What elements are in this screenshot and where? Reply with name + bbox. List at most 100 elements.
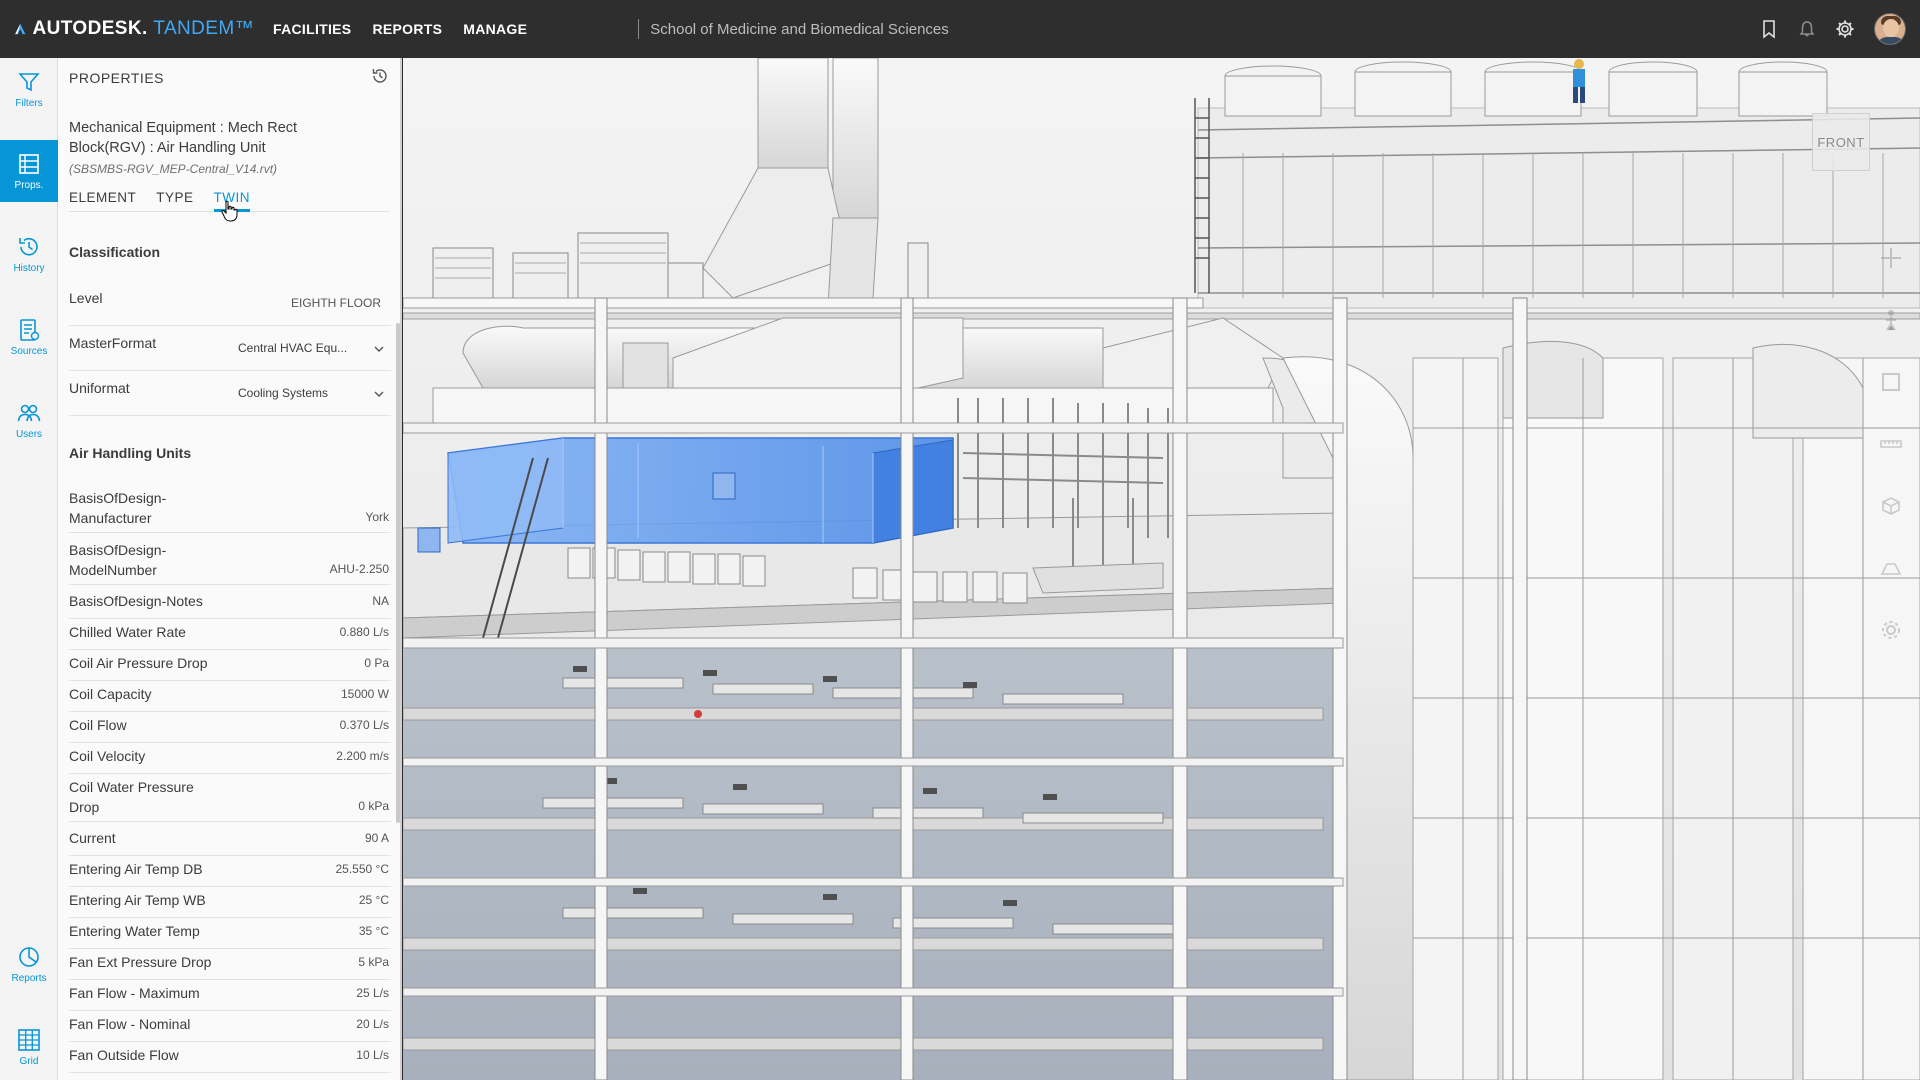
panel-title: PROPERTIES: [69, 70, 164, 86]
building-model-scene[interactable]: [403, 58, 1920, 1080]
classification-title: Classification: [69, 244, 161, 260]
person-icon: [1886, 310, 1896, 331]
user-avatar[interactable]: [1874, 13, 1906, 45]
section-tool[interactable]: [1874, 486, 1908, 526]
grid-icon: [18, 1029, 40, 1051]
property-value: 25.550 °C: [335, 862, 389, 876]
fit-tool[interactable]: [1874, 362, 1908, 402]
property-row: Coil Water Pressure Drop 0 kPa: [69, 777, 391, 822]
rail-history[interactable]: History: [0, 223, 58, 285]
measure-tool[interactable]: [1874, 424, 1908, 464]
property-row: Entering Air Temp DB 25.550 °C: [69, 859, 391, 887]
main-nav: FACILITIES REPORTS MANAGE: [273, 21, 548, 37]
app-logo[interactable]: AUTODESK. TANDEM™: [14, 18, 254, 40]
property-row-level: Level EIGHTH FLOOR: [69, 288, 391, 326]
walk-tool[interactable]: [1874, 300, 1908, 340]
property-value: 10 L/s: [356, 1048, 389, 1062]
property-key: Entering Air Temp WB: [69, 892, 206, 908]
property-value: EIGHTH FLOOR: [290, 296, 381, 310]
fit-view-icon: [1882, 373, 1900, 391]
rail-users[interactable]: Users: [0, 389, 58, 451]
filter-icon: [18, 73, 40, 92]
property-key: Fan Flow - Maximum: [69, 985, 200, 1001]
property-key: MasterFormat: [69, 335, 157, 351]
sources-icon: [20, 319, 40, 341]
property-row: Fan Ext Pressure Drop 5 kPa: [69, 952, 391, 980]
model-viewport[interactable]: FRONT: [403, 58, 1920, 1080]
section-box-icon: [1882, 497, 1900, 515]
settings-gear-icon[interactable]: [1834, 18, 1856, 40]
property-key: Fan Flow - Nominal: [69, 1016, 191, 1032]
viewer-settings-tool[interactable]: [1874, 610, 1908, 650]
chevron-down-icon[interactable]: [373, 388, 385, 400]
rail-grid[interactable]: Grid: [0, 1016, 58, 1078]
property-key: Fan Ext Pressure Drop: [69, 954, 212, 970]
notification-bell-icon[interactable]: [1796, 18, 1818, 40]
property-key: Coil Water Pressure Drop: [69, 779, 194, 815]
chevron-down-icon[interactable]: [373, 343, 385, 355]
view-cube[interactable]: FRONT: [1812, 113, 1870, 171]
property-row-uniformat[interactable]: Uniformat Cooling Systems: [69, 378, 391, 416]
masterformat-select[interactable]: Central HVAC Equ...: [238, 341, 347, 355]
rail-label: Users: [15, 429, 43, 440]
property-row: Coil Capacity 15000 W: [69, 684, 391, 712]
top-right-actions: [1742, 0, 1906, 58]
reports-icon: [19, 947, 39, 967]
pan-tool[interactable]: [1874, 238, 1908, 278]
ruler-icon: [1880, 440, 1902, 448]
property-row: BasisOfDesign-Notes NA: [69, 591, 391, 619]
property-value: 5 kPa: [358, 955, 389, 969]
rail-label: Grid: [19, 1056, 39, 1067]
left-tool-rail: Filters Props. History Sources Users Rep…: [0, 58, 58, 1080]
autodesk-logo-icon: [15, 23, 26, 35]
history-icon[interactable]: [370, 66, 390, 86]
property-value: 0 Pa: [364, 656, 389, 670]
property-row: Fan Outside Flow 10 L/s: [69, 1045, 391, 1073]
property-key: Current: [69, 830, 116, 846]
rail-sources[interactable]: Sources: [0, 306, 58, 368]
property-row: Entering Air Temp WB 25 °C: [69, 890, 391, 918]
facility-selector[interactable]: School of Medicine and Biomedical Scienc…: [638, 19, 949, 39]
nav-divider: [638, 19, 640, 39]
properties-icon: [19, 154, 39, 174]
property-key: Coil Air Pressure Drop: [69, 655, 208, 671]
rail-filters[interactable]: Filters: [0, 58, 58, 120]
property-key: Fan Outside Flow: [69, 1047, 179, 1063]
rail-label: Sources: [10, 346, 48, 357]
viewer-toolbar: [1874, 238, 1908, 672]
property-row: Fan Flow - Nominal 20 L/s: [69, 1014, 391, 1042]
property-key: BasisOfDesign-Notes: [69, 593, 203, 609]
property-row: BasisOfDesign-ModelNumber AHU-2.250: [69, 540, 391, 585]
ahu-title: Air Handling Units: [69, 445, 192, 461]
rail-reports[interactable]: Reports: [0, 933, 58, 995]
property-value: 0 kPa: [358, 799, 389, 813]
rail-label: Reports: [11, 973, 47, 984]
property-key: Coil Velocity: [69, 748, 146, 764]
property-key: BasisOfDesign-Manufacturer: [69, 490, 167, 526]
panel-scrollbar[interactable]: [396, 323, 400, 823]
model-tool[interactable]: [1874, 548, 1908, 588]
nav-reports[interactable]: REPORTS: [372, 21, 442, 37]
property-key: Entering Air Temp DB: [69, 861, 203, 877]
property-row: Coil Velocity 2.200 m/s: [69, 746, 391, 774]
property-row: BasisOfDesign-Manufacturer York: [69, 488, 391, 533]
uniformat-select[interactable]: Cooling Systems: [238, 386, 328, 400]
tab-type[interactable]: TYPE: [156, 190, 193, 212]
element-name: Mechanical Equipment : Mech Rect Block(R…: [69, 120, 298, 156]
property-row: Chilled Water Rate 0.880 L/s: [69, 622, 391, 650]
rail-properties[interactable]: Props.: [0, 140, 58, 202]
property-key: Level: [69, 290, 103, 306]
bookmark-icon[interactable]: [1758, 18, 1780, 40]
nav-manage[interactable]: MANAGE: [463, 21, 527, 37]
property-value: 2.200 m/s: [336, 749, 389, 763]
tab-element[interactable]: ELEMENT: [69, 190, 136, 212]
property-value: 0.880 L/s: [339, 625, 389, 639]
property-value: York: [365, 510, 389, 524]
property-row-masterformat[interactable]: MasterFormat Central HVAC Equ...: [69, 333, 391, 371]
nav-facilities[interactable]: FACILITIES: [273, 21, 351, 37]
element-file: (SBSMBS-RGV_MEP-Central_V14.rvt): [69, 162, 278, 176]
property-row: Coil Flow 0.370 L/s: [69, 715, 391, 743]
property-value: 25 °C: [358, 893, 389, 907]
view-cube-label: FRONT: [1817, 134, 1865, 150]
history-icon: [19, 237, 38, 256]
